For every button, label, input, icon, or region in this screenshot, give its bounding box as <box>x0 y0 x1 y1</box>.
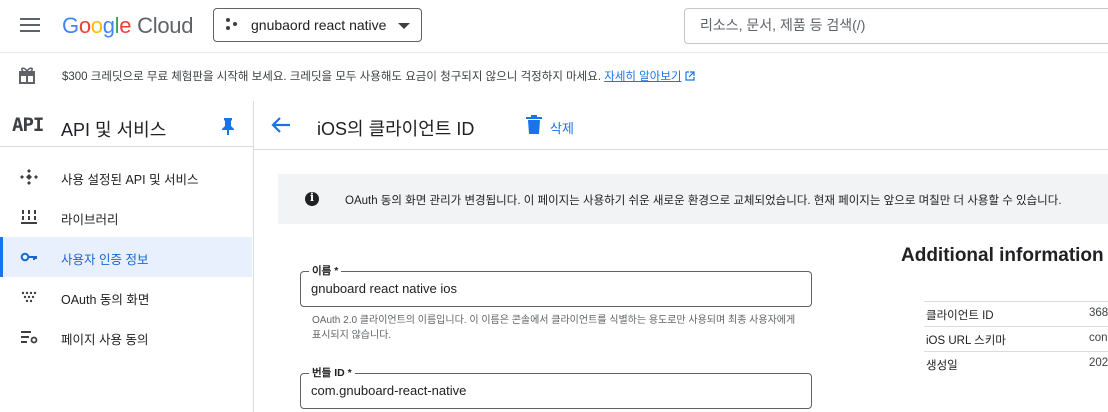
menu-icon[interactable] <box>20 17 40 33</box>
google-cloud-logo[interactable]: Google Cloud <box>62 13 193 39</box>
sidebar: API API 및 서비스 사용 설정된 API 및 서비스 라이브러리 사용자… <box>0 101 254 412</box>
search-box[interactable] <box>684 8 1108 44</box>
info-row-created: 생성일 202 <box>924 351 1108 376</box>
api-badge-icon: API <box>12 114 44 136</box>
key-icon <box>20 252 37 262</box>
sidebar-item-label: 사용 설정된 API 및 서비스 <box>61 173 199 187</box>
info-value: 202 <box>1089 357 1108 369</box>
name-field[interactable]: 이름 * <box>300 263 812 307</box>
learn-more-link[interactable]: 자세히 알아보기 <box>604 71 681 83</box>
sidebar-item-label: 사용자 인증 정보 <box>61 253 149 267</box>
name-field-label: 이름 * <box>309 263 342 278</box>
banner-text: $300 크레딧으로 무료 체험판을 시작해 보세요. 크레딧을 모두 사용해도… <box>62 68 695 84</box>
page-title: iOS의 클라이언트 ID <box>317 119 475 139</box>
trash-icon <box>526 115 542 134</box>
sidebar-item-label: 페이지 사용 동의 <box>61 333 149 347</box>
project-icon <box>226 18 240 32</box>
delete-label: 삭제 <box>550 121 574 136</box>
library-icon <box>21 210 37 224</box>
external-link-icon[interactable] <box>685 71 695 81</box>
sidebar-divider <box>0 146 253 147</box>
sidebar-item-page-consent[interactable]: 페이지 사용 동의 <box>0 317 252 357</box>
sidebar-item-library[interactable]: 라이브러리 <box>0 197 252 237</box>
bundle-id-input[interactable] <box>311 383 791 398</box>
page-header: iOS의 클라이언트 ID 삭제 <box>254 101 1108 150</box>
name-input[interactable] <box>311 281 791 296</box>
bundle-id-label: 번들 ID * <box>309 365 355 380</box>
sidebar-item-label: 라이브러리 <box>61 213 119 227</box>
info-icon <box>305 191 319 206</box>
info-row-client-id: 클라이언트 ID 368 <box>924 301 1108 326</box>
trial-banner: $300 크레딧으로 무료 체험판을 시작해 보세요. 크레딧을 모두 사용해도… <box>0 52 1108 102</box>
notice-text: OAuth 동의 화면 관리가 변경됩니다. 이 페이지는 사용하기 쉬운 새로… <box>345 195 1062 207</box>
pin-icon[interactable] <box>220 117 236 135</box>
additional-info-title: Additional information <box>901 245 1104 266</box>
sidebar-item-oauth-consent[interactable]: OAuth 동의 화면 <box>0 277 252 317</box>
project-name: gnubaord react native <box>251 17 387 33</box>
info-key: iOS URL 스키마 <box>926 335 1006 347</box>
oauth-dots-icon <box>21 291 37 303</box>
api-diamond-icon <box>20 169 38 185</box>
back-arrow-icon[interactable] <box>270 115 292 135</box>
search-input[interactable] <box>700 17 1100 33</box>
sidebar-item-label: OAuth 동의 화면 <box>61 293 150 307</box>
info-row-url-scheme: iOS URL 스키마 con <box>924 326 1108 351</box>
top-bar: Google Cloud gnubaord react native <box>0 0 1108 52</box>
project-selector[interactable]: gnubaord react native <box>213 8 422 42</box>
info-key: 생성일 <box>926 360 958 372</box>
info-key: 클라이언트 ID <box>926 310 994 322</box>
notice-banner: OAuth 동의 화면 관리가 변경됩니다. 이 페이지는 사용하기 쉬운 새로… <box>278 174 1108 224</box>
info-value: 368 <box>1089 307 1108 319</box>
settings-list-icon <box>21 331 38 344</box>
gift-icon <box>19 67 35 84</box>
bundle-id-field[interactable]: 번들 ID * <box>300 365 812 409</box>
caret-down-icon <box>398 23 410 29</box>
sidebar-title: API 및 서비스 <box>61 120 167 140</box>
sidebar-item-credentials[interactable]: 사용자 인증 정보 <box>0 237 252 277</box>
delete-button[interactable]: 삭제 <box>524 113 614 137</box>
sidebar-item-enabled-apis[interactable]: 사용 설정된 API 및 서비스 <box>0 157 252 197</box>
name-help-text: OAuth 2.0 클라이언트의 이름입니다. 이 이름은 콘솔에서 클라이언트… <box>312 315 796 341</box>
info-value: con <box>1089 332 1108 344</box>
